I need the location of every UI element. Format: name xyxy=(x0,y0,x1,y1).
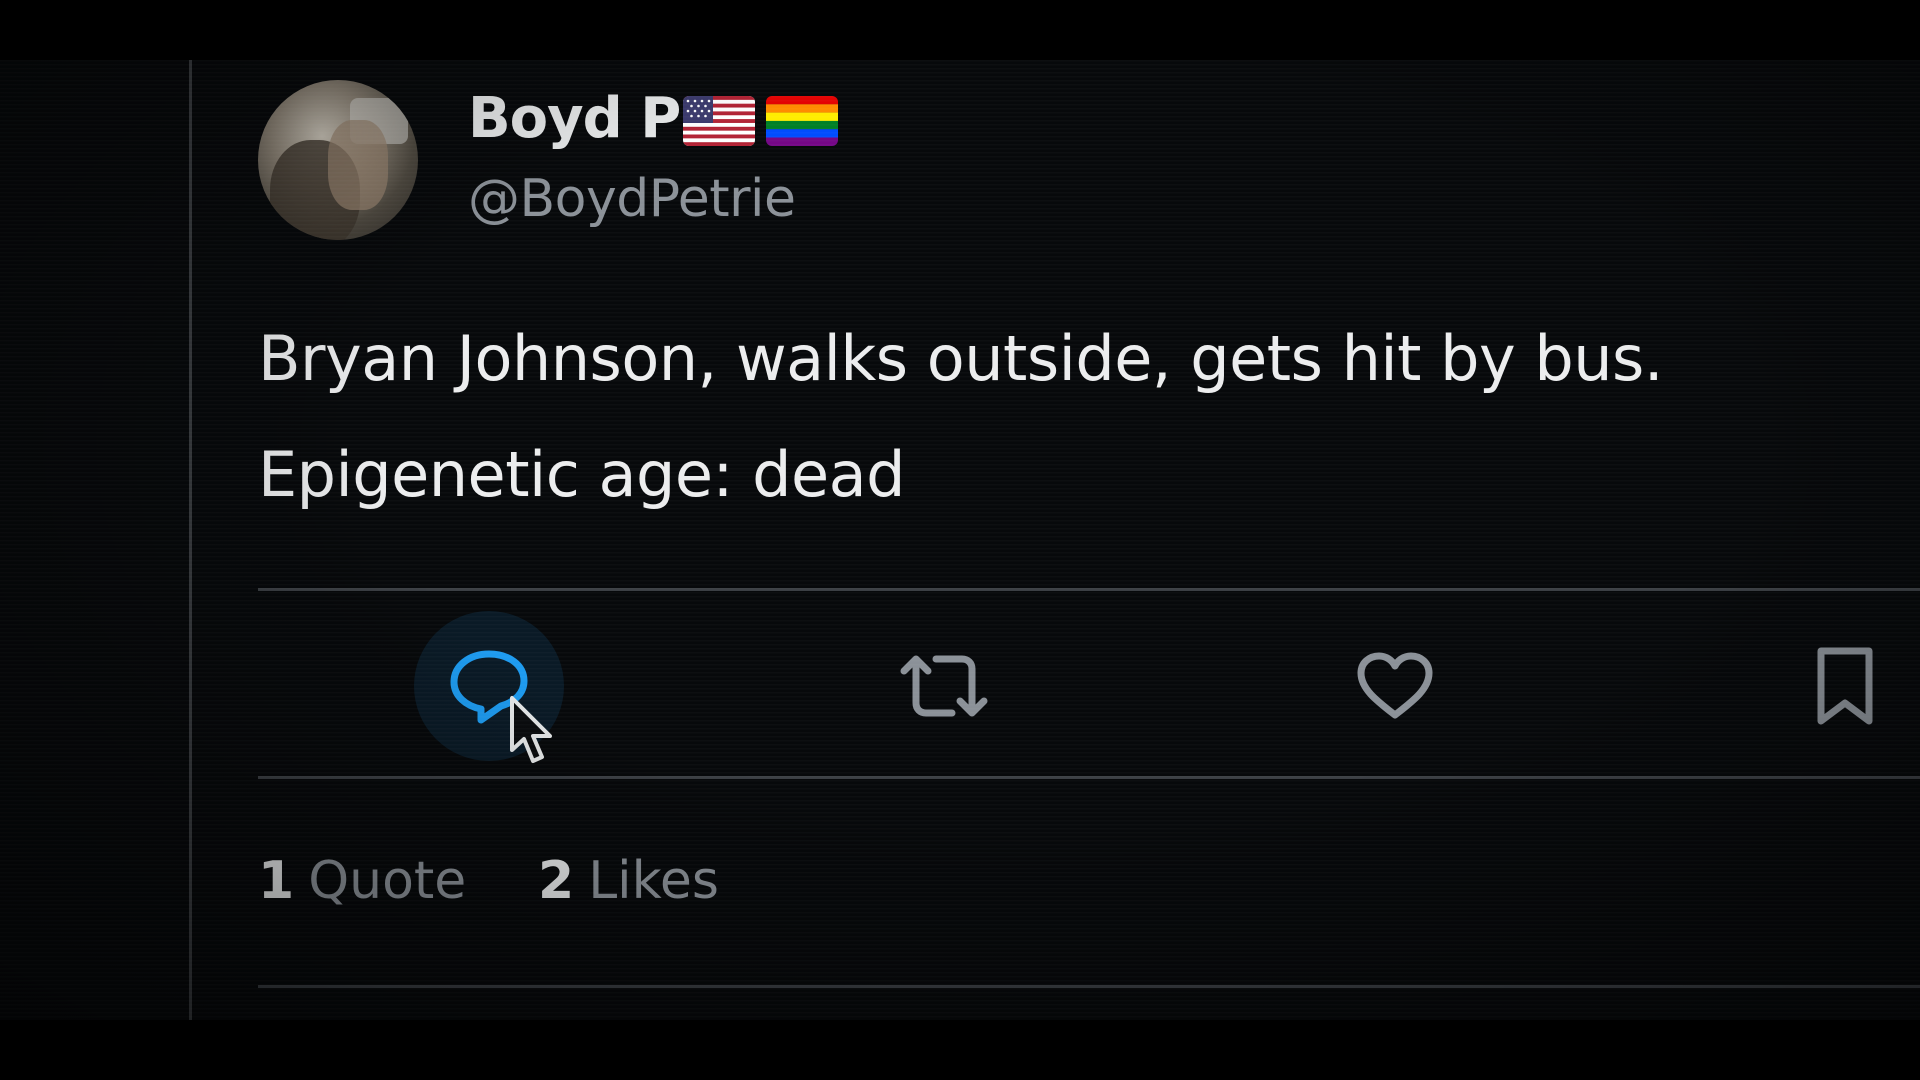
tweet-text-line-2: Epigenetic age: dead xyxy=(258,438,905,511)
quotes-stat[interactable]: 1 Quote xyxy=(258,850,466,912)
likes-stat[interactable]: 2 Likes xyxy=(538,850,719,912)
avatar[interactable] xyxy=(258,80,418,240)
divider xyxy=(258,985,1920,988)
likes-label: Likes xyxy=(588,851,719,911)
tweet-text-line-1: Bryan Johnson, walks outside, gets hit b… xyxy=(258,322,1664,395)
quotes-label: Quote xyxy=(308,851,467,911)
avatar-photo-face xyxy=(328,120,388,210)
timeline-border xyxy=(189,60,192,1020)
letterbox-bottom xyxy=(0,1020,1920,1080)
retweet-icon xyxy=(900,655,988,717)
letterbox-top xyxy=(0,0,1920,60)
display-name[interactable]: Boyd P xyxy=(468,86,681,152)
retweet-button[interactable] xyxy=(869,611,1019,761)
video-frame: Boyd P @BoydPetrie Bryan Johnson, walks … xyxy=(0,0,1920,1080)
bookmark-button[interactable] xyxy=(1770,611,1920,761)
like-button[interactable] xyxy=(1320,611,1470,761)
tweet-detail: Boyd P @BoydPetrie Bryan Johnson, walks … xyxy=(258,60,1920,1020)
likes-count: 2 xyxy=(538,851,575,911)
tweet-screen: Boyd P @BoydPetrie Bryan Johnson, walks … xyxy=(0,60,1920,1020)
heart-icon xyxy=(1357,652,1433,719)
user-handle[interactable]: @BoydPetrie xyxy=(468,168,796,230)
us-flag-icon xyxy=(683,96,755,146)
pride-flag-icon xyxy=(766,96,838,146)
quotes-count: 1 xyxy=(258,851,295,911)
divider xyxy=(258,588,1920,591)
bookmark-icon xyxy=(1817,647,1873,725)
divider xyxy=(258,776,1920,779)
mouse-pointer-icon xyxy=(510,696,552,763)
